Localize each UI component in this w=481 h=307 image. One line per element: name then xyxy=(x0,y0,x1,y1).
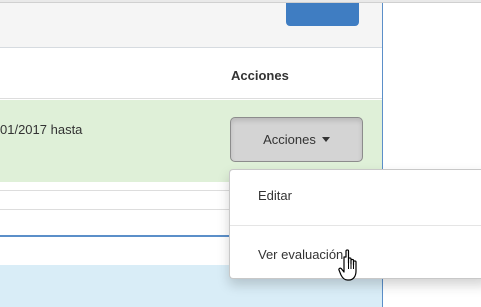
panel-heading xyxy=(0,3,382,48)
caret-down-icon xyxy=(321,137,330,142)
hand-pointer-icon xyxy=(338,249,357,281)
cell-date-range: 01/2017 hasta xyxy=(0,122,83,137)
actions-button-label: Acciones xyxy=(263,132,316,147)
add-button[interactable] xyxy=(286,3,359,26)
menu-divider xyxy=(230,225,481,226)
actions-dropdown-button[interactable]: Acciones xyxy=(230,117,363,162)
table-header-row: Acciones xyxy=(0,49,382,99)
col-header-actions: Acciones xyxy=(231,68,289,83)
menu-item-edit[interactable]: Editar xyxy=(230,174,481,218)
